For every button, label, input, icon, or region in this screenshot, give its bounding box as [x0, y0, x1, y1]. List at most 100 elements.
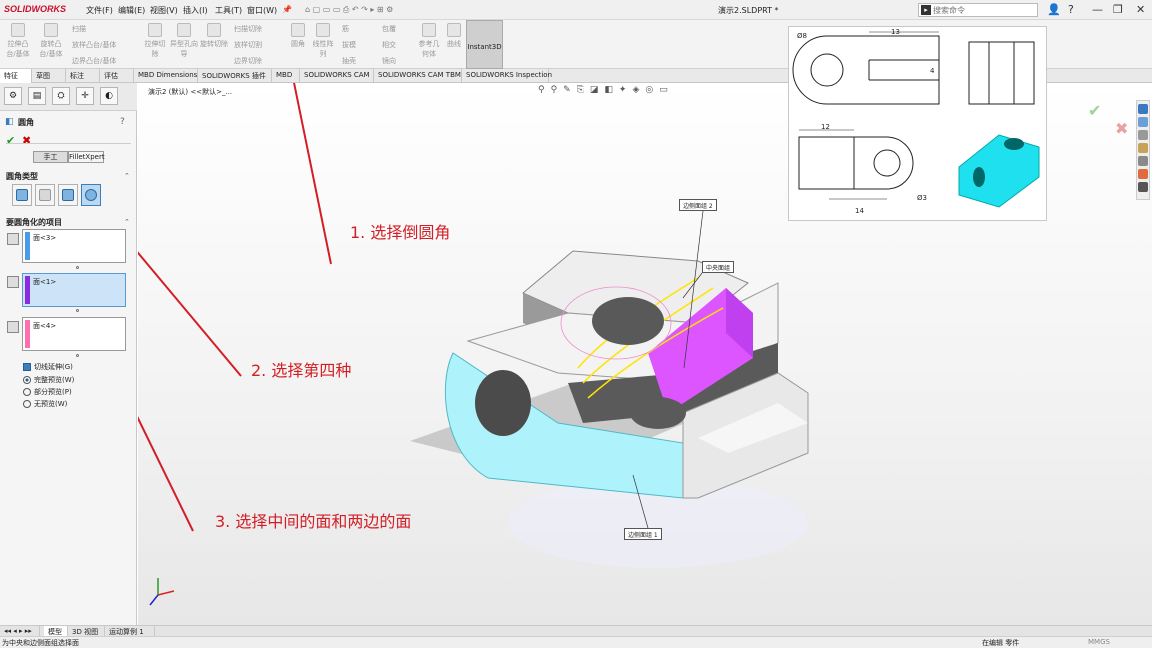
extrude-boss-button[interactable]: 拉伸凸台/基体: [4, 23, 32, 59]
resize-handle[interactable]: [76, 266, 79, 269]
property-manager-icon[interactable]: ▤: [28, 87, 46, 105]
confirm-corner-cancel[interactable]: ✖: [1115, 119, 1128, 138]
fillet-button[interactable]: 圆角: [288, 23, 308, 49]
resize-handle[interactable]: [76, 309, 79, 312]
menu-file[interactable]: 文件(F): [86, 5, 113, 16]
list-item: 面<1>: [33, 278, 57, 286]
dim-label: 4: [930, 67, 935, 75]
face-fillet-icon: [62, 189, 74, 201]
quick-access-icons[interactable]: ⌂ ▢ ▭ ▭ ⎙ ↶ ↷ ▸ ⊞ ⚙: [305, 5, 393, 15]
design-library-icon[interactable]: [1138, 117, 1148, 127]
menu-window[interactable]: 窗口(W): [247, 5, 277, 16]
wrap-button[interactable]: 包覆: [382, 24, 396, 34]
loft-cut-button[interactable]: 放样切割: [234, 40, 262, 50]
menu-view[interactable]: 视图(V): [150, 5, 178, 16]
mode-manual-tab[interactable]: 手工: [33, 151, 68, 163]
tab-solidworks-cam-tbm[interactable]: SOLIDWORKS CAM TBM: [374, 69, 462, 83]
task-pane: [1136, 100, 1150, 200]
side-face-set-1-icon: [7, 233, 19, 245]
search-box[interactable]: ▸: [918, 3, 1038, 17]
rib-button[interactable]: 筋: [342, 24, 349, 34]
graphics-area[interactable]: 演示2 (默认) <<默认>_... ⚲⚲✎⎘◪◧✦◈◎▭ ✔ ✖ 13 4 1…: [138, 26, 1152, 625]
center-face-set-list[interactable]: 面<1>: [22, 273, 126, 307]
tab-evaluate[interactable]: 评估: [100, 69, 134, 83]
loft-button[interactable]: 放样凸台/基体: [72, 40, 116, 50]
tab-solidworks-inspection[interactable]: SOLIDWORKS Inspection: [462, 69, 552, 83]
side-face-set-2-list[interactable]: 面<4>: [22, 317, 126, 351]
help-icon[interactable]: ?: [1068, 3, 1074, 16]
search-input[interactable]: [933, 4, 1023, 16]
tab-sketch[interactable]: 草图: [32, 69, 66, 83]
help-icon[interactable]: ?: [120, 117, 125, 127]
view-palette-icon[interactable]: [1138, 156, 1148, 166]
curves-button[interactable]: 曲线: [444, 23, 464, 49]
instant3d-button[interactable]: Instant3D: [466, 20, 503, 69]
revolve-cut-icon: [207, 23, 221, 37]
feature-breadcrumb[interactable]: 演示2 (默认) <<默认>_...: [148, 87, 232, 97]
mode-filletxpert-tab[interactable]: FilletXpert: [68, 151, 105, 163]
revolve-cut-button[interactable]: 旋转切除: [200, 23, 228, 49]
extrude-cut-button[interactable]: 拉伸切除: [142, 23, 168, 59]
face-fillet-button[interactable]: [58, 184, 78, 206]
menu-insert[interactable]: 插入(I): [183, 5, 208, 16]
minimize-icon[interactable]: —: [1092, 3, 1103, 16]
reference-geometry-button[interactable]: 参考几何体: [416, 23, 442, 59]
appearances-icon[interactable]: [1138, 169, 1148, 179]
configuration-icon[interactable]: ⛭: [52, 87, 70, 105]
heads-up-view-toolbar[interactable]: ⚲⚲✎⎘◪◧✦◈◎▭: [538, 85, 674, 95]
menu-tools[interactable]: 工具(T): [215, 5, 242, 16]
mirror-button[interactable]: 镜向: [382, 56, 396, 66]
face-color-bar: [25, 232, 30, 260]
tab-solidworks-cam[interactable]: SOLIDWORKS CAM: [300, 69, 374, 83]
constant-size-fillet-button[interactable]: [12, 184, 32, 206]
display-manager-icon[interactable]: ◐: [100, 87, 118, 105]
partial-preview-radio[interactable]: 部分预览(P): [23, 387, 72, 397]
custom-properties-icon[interactable]: [1138, 182, 1148, 192]
tab-solidworks-addins[interactable]: SOLIDWORKS 插件: [198, 69, 272, 83]
collapse-icon[interactable]: ⌃: [124, 172, 130, 180]
ok-button[interactable]: ✔: [6, 134, 15, 147]
side-face-set-1-list[interactable]: 面<3>: [22, 229, 126, 263]
sweep-button[interactable]: 扫描: [72, 24, 86, 34]
resize-handle[interactable]: [76, 354, 79, 357]
boundary-cut-button[interactable]: 边界切除: [234, 56, 262, 66]
collapse-icon[interactable]: ⌃: [124, 218, 130, 226]
revolve-boss-button[interactable]: 旋转凸台/基体: [36, 23, 66, 59]
fillet-feature-icon: ◧: [5, 117, 14, 127]
pin-icon[interactable]: 📌: [282, 5, 292, 14]
confirm-corner-ok[interactable]: ✔: [1088, 101, 1101, 120]
side-face-set-2-callout[interactable]: 边侧面组 2: [679, 199, 717, 211]
curves-icon: [447, 23, 461, 37]
hole-wizard-button[interactable]: 异型孔向导: [170, 23, 198, 59]
file-explorer-icon[interactable]: [1138, 130, 1148, 140]
draft-button[interactable]: 拔模: [342, 40, 356, 50]
no-preview-radio[interactable]: 无预览(W): [23, 399, 67, 409]
full-round-fillet-button[interactable]: [81, 184, 101, 206]
maximize-icon[interactable]: ❐: [1113, 3, 1123, 16]
close-icon[interactable]: ✕: [1136, 3, 1145, 16]
full-preview-radio[interactable]: 完整预览(W): [23, 375, 74, 385]
sweep-cut-button[interactable]: 扫描切除: [234, 24, 262, 34]
linear-pattern-icon: [316, 23, 330, 37]
tab-mbd[interactable]: MBD: [272, 69, 300, 83]
linear-pattern-button[interactable]: 线性阵列: [310, 23, 336, 59]
shell-button[interactable]: 抽壳: [342, 56, 356, 66]
side-face-set-1-callout[interactable]: 边侧面组 1: [624, 528, 662, 540]
user-icon[interactable]: 👤: [1047, 3, 1061, 16]
tab-features[interactable]: 特征: [0, 69, 32, 83]
dim-label: 12: [821, 123, 830, 131]
folder-icon[interactable]: [1138, 143, 1148, 153]
tab-mbd-dimensions[interactable]: MBD Dimensions: [134, 69, 198, 83]
menu-edit[interactable]: 编辑(E): [118, 5, 145, 16]
variable-size-fillet-button[interactable]: [35, 184, 55, 206]
resources-icon[interactable]: [1138, 104, 1148, 114]
intersect-button[interactable]: 相交: [382, 40, 396, 50]
feature-tree-icon[interactable]: ⚙: [4, 87, 22, 105]
tangent-propagation-checkbox[interactable]: 切线延伸(G): [23, 362, 73, 372]
tab-annotation[interactable]: 标注: [66, 69, 100, 83]
boundary-boss-button[interactable]: 边界凸台/基体: [72, 56, 116, 66]
dimxpert-icon[interactable]: ✛: [76, 87, 94, 105]
cancel-button[interactable]: ✖: [22, 134, 31, 147]
unit-system[interactable]: MMGS: [1088, 638, 1110, 646]
center-face-set-callout[interactable]: 中央面组: [702, 261, 735, 273]
